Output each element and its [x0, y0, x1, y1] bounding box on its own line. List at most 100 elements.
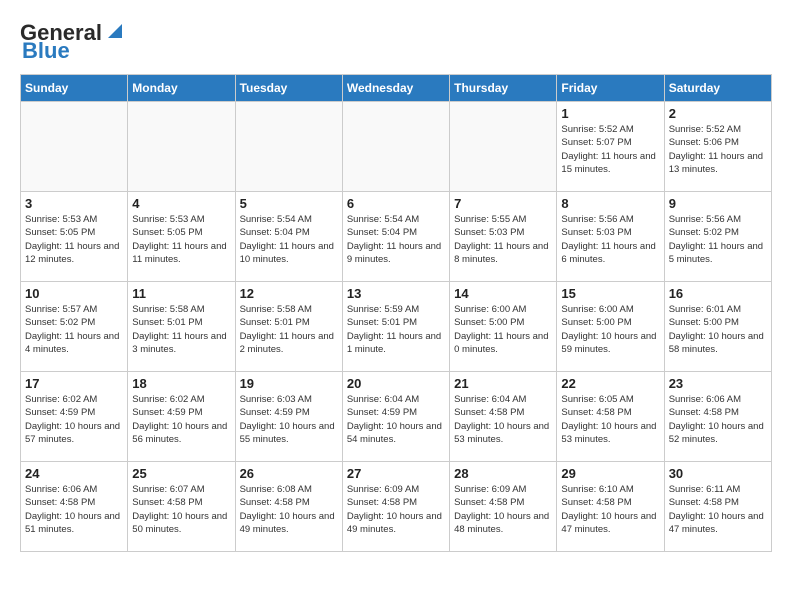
calendar-cell: 2 Sunrise: 5:52 AM Sunset: 5:06 PM Daylig… — [664, 102, 771, 192]
day-number: 4 — [132, 196, 230, 211]
calendar-cell: 30 Sunrise: 6:11 AM Sunset: 4:58 PM Dayli… — [664, 462, 771, 552]
calendar-cell: 17 Sunrise: 6:02 AM Sunset: 4:59 PM Dayli… — [21, 372, 128, 462]
day-number: 11 — [132, 286, 230, 301]
day-number: 2 — [669, 106, 767, 121]
calendar-cell: 14Sunrise: 6:00 AM Sunset: 5:00 PM Dayli… — [450, 282, 557, 372]
day-info: Sunrise: 6:01 AM Sunset: 5:00 PM Dayligh… — [669, 303, 767, 356]
day-number: 30 — [669, 466, 767, 481]
calendar-cell: 22 Sunrise: 6:05 AM Sunset: 4:58 PM Dayli… — [557, 372, 664, 462]
day-info: Sunrise: 5:58 AM Sunset: 5:01 PM Dayligh… — [132, 303, 230, 356]
day-number: 24 — [25, 466, 123, 481]
weekday-header-row: SundayMondayTuesdayWednesdayThursdayFrid… — [21, 75, 772, 102]
calendar-cell: 15 Sunrise: 6:00 AM Sunset: 5:00 PM Dayli… — [557, 282, 664, 372]
calendar-cell: 21 Sunrise: 6:04 AM Sunset: 4:58 PM Dayli… — [450, 372, 557, 462]
day-number: 22 — [561, 376, 659, 391]
day-info: Sunrise: 6:07 AM Sunset: 4:58 PM Dayligh… — [132, 483, 230, 536]
calendar-cell: 12Sunrise: 5:58 AM Sunset: 5:01 PM Dayli… — [235, 282, 342, 372]
day-info: Sunrise: 6:06 AM Sunset: 4:58 PM Dayligh… — [669, 393, 767, 446]
day-number: 21 — [454, 376, 552, 391]
day-number: 28 — [454, 466, 552, 481]
day-info: Sunrise: 5:52 AM Sunset: 5:07 PM Dayligh… — [561, 123, 659, 176]
calendar-cell: 4 Sunrise: 5:53 AM Sunset: 5:05 PM Daylig… — [128, 192, 235, 282]
day-info: Sunrise: 6:02 AM Sunset: 4:59 PM Dayligh… — [132, 393, 230, 446]
calendar-cell: 26Sunrise: 6:08 AM Sunset: 4:58 PM Dayli… — [235, 462, 342, 552]
day-info: Sunrise: 6:09 AM Sunset: 4:58 PM Dayligh… — [347, 483, 445, 536]
day-info: Sunrise: 5:54 AM Sunset: 5:04 PM Dayligh… — [347, 213, 445, 266]
calendar-cell: 10 Sunrise: 5:57 AM Sunset: 5:02 PM Dayli… — [21, 282, 128, 372]
day-number: 16 — [669, 286, 767, 301]
calendar-cell: 13 Sunrise: 5:59 AM Sunset: 5:01 PM Dayli… — [342, 282, 449, 372]
day-info: Sunrise: 6:04 AM Sunset: 4:59 PM Dayligh… — [347, 393, 445, 446]
calendar-cell: 18 Sunrise: 6:02 AM Sunset: 4:59 PM Dayli… — [128, 372, 235, 462]
calendar-cell: 29 Sunrise: 6:10 AM Sunset: 4:58 PM Dayli… — [557, 462, 664, 552]
weekday-header-friday: Friday — [557, 75, 664, 102]
day-info: Sunrise: 5:53 AM Sunset: 5:05 PM Dayligh… — [25, 213, 123, 266]
day-info: Sunrise: 6:00 AM Sunset: 5:00 PM Dayligh… — [561, 303, 659, 356]
day-number: 29 — [561, 466, 659, 481]
day-number: 25 — [132, 466, 230, 481]
day-number: 15 — [561, 286, 659, 301]
calendar-cell: 9 Sunrise: 5:56 AM Sunset: 5:02 PM Daylig… — [664, 192, 771, 282]
day-info: Sunrise: 5:52 AM Sunset: 5:06 PM Dayligh… — [669, 123, 767, 176]
day-info: Sunrise: 6:10 AM Sunset: 4:58 PM Dayligh… — [561, 483, 659, 536]
calendar-week-2: 10 Sunrise: 5:57 AM Sunset: 5:02 PM Dayli… — [21, 282, 772, 372]
day-info: Sunrise: 5:57 AM Sunset: 5:02 PM Dayligh… — [25, 303, 123, 356]
day-info: Sunrise: 6:05 AM Sunset: 4:58 PM Dayligh… — [561, 393, 659, 446]
day-info: Sunrise: 6:03 AM Sunset: 4:59 PM Dayligh… — [240, 393, 338, 446]
day-number: 1 — [561, 106, 659, 121]
calendar-week-4: 24 Sunrise: 6:06 AM Sunset: 4:58 PM Dayli… — [21, 462, 772, 552]
calendar-cell: 5Sunrise: 5:54 AM Sunset: 5:04 PM Daylig… — [235, 192, 342, 282]
weekday-header-sunday: Sunday — [21, 75, 128, 102]
day-number: 17 — [25, 376, 123, 391]
day-info: Sunrise: 5:56 AM Sunset: 5:03 PM Dayligh… — [561, 213, 659, 266]
calendar-table: SundayMondayTuesdayWednesdayThursdayFrid… — [20, 74, 772, 552]
day-number: 19 — [240, 376, 338, 391]
day-info: Sunrise: 6:11 AM Sunset: 4:58 PM Dayligh… — [669, 483, 767, 536]
day-info: Sunrise: 5:58 AM Sunset: 5:01 PM Dayligh… — [240, 303, 338, 356]
day-number: 13 — [347, 286, 445, 301]
calendar-cell: 27 Sunrise: 6:09 AM Sunset: 4:58 PM Dayli… — [342, 462, 449, 552]
calendar-cell: 7 Sunrise: 5:55 AM Sunset: 5:03 PM Daylig… — [450, 192, 557, 282]
calendar-cell — [342, 102, 449, 192]
calendar-cell: 28Sunrise: 6:09 AM Sunset: 4:58 PM Dayli… — [450, 462, 557, 552]
weekday-header-saturday: Saturday — [664, 75, 771, 102]
day-number: 23 — [669, 376, 767, 391]
weekday-header-thursday: Thursday — [450, 75, 557, 102]
calendar-cell: 25 Sunrise: 6:07 AM Sunset: 4:58 PM Dayli… — [128, 462, 235, 552]
calendar-cell: 1 Sunrise: 5:52 AM Sunset: 5:07 PM Daylig… — [557, 102, 664, 192]
day-number: 6 — [347, 196, 445, 211]
day-number: 9 — [669, 196, 767, 211]
calendar-cell: 20 Sunrise: 6:04 AM Sunset: 4:59 PM Dayli… — [342, 372, 449, 462]
page-header: General Blue — [20, 20, 772, 64]
day-number: 5 — [240, 196, 338, 211]
calendar-cell — [450, 102, 557, 192]
day-number: 27 — [347, 466, 445, 481]
day-number: 7 — [454, 196, 552, 211]
day-info: Sunrise: 5:56 AM Sunset: 5:02 PM Dayligh… — [669, 213, 767, 266]
calendar-cell — [128, 102, 235, 192]
weekday-header-wednesday: Wednesday — [342, 75, 449, 102]
calendar-week-0: 1 Sunrise: 5:52 AM Sunset: 5:07 PM Daylig… — [21, 102, 772, 192]
calendar-cell: 16 Sunrise: 6:01 AM Sunset: 5:00 PM Dayli… — [664, 282, 771, 372]
day-info: Sunrise: 6:02 AM Sunset: 4:59 PM Dayligh… — [25, 393, 123, 446]
calendar-cell — [21, 102, 128, 192]
day-info: Sunrise: 5:59 AM Sunset: 5:01 PM Dayligh… — [347, 303, 445, 356]
logo: General Blue — [20, 20, 126, 64]
calendar-cell: 3Sunrise: 5:53 AM Sunset: 5:05 PM Daylig… — [21, 192, 128, 282]
day-info: Sunrise: 5:53 AM Sunset: 5:05 PM Dayligh… — [132, 213, 230, 266]
day-number: 10 — [25, 286, 123, 301]
day-number: 20 — [347, 376, 445, 391]
calendar-cell: 19 Sunrise: 6:03 AM Sunset: 4:59 PM Dayli… — [235, 372, 342, 462]
day-number: 8 — [561, 196, 659, 211]
day-info: Sunrise: 6:00 AM Sunset: 5:00 PM Dayligh… — [454, 303, 552, 356]
day-info: Sunrise: 6:04 AM Sunset: 4:58 PM Dayligh… — [454, 393, 552, 446]
calendar-cell: 8 Sunrise: 5:56 AM Sunset: 5:03 PM Daylig… — [557, 192, 664, 282]
calendar-cell: 11 Sunrise: 5:58 AM Sunset: 5:01 PM Dayli… — [128, 282, 235, 372]
day-info: Sunrise: 5:55 AM Sunset: 5:03 PM Dayligh… — [454, 213, 552, 266]
weekday-header-tuesday: Tuesday — [235, 75, 342, 102]
day-info: Sunrise: 6:06 AM Sunset: 4:58 PM Dayligh… — [25, 483, 123, 536]
day-number: 18 — [132, 376, 230, 391]
calendar-cell: 23 Sunrise: 6:06 AM Sunset: 4:58 PM Dayli… — [664, 372, 771, 462]
logo-blue: Blue — [22, 38, 70, 64]
calendar-week-1: 3Sunrise: 5:53 AM Sunset: 5:05 PM Daylig… — [21, 192, 772, 282]
